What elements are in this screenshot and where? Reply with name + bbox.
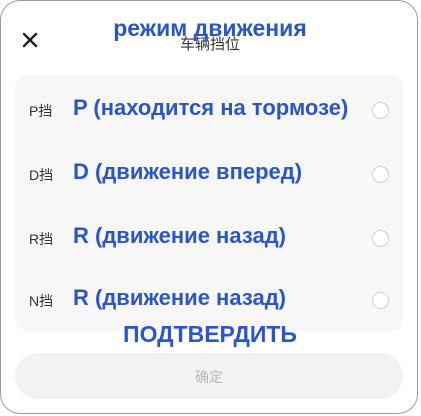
dialog-title-translation: режим движения [113, 15, 307, 41]
gear-select-dialog: 车辆挡位 режим движения P挡 P (находится на т… [0, 0, 418, 414]
gear-option-r[interactable]: R挡 R (движение назад) [15, 217, 403, 257]
gear-option-radio[interactable] [372, 102, 389, 119]
gear-option-radio[interactable] [372, 166, 389, 183]
gear-option-radio[interactable] [372, 292, 389, 309]
gear-option-translation: P (находится на тормозе) [73, 95, 349, 120]
gear-option-translation: R (движение назад) [73, 285, 287, 310]
gear-options-panel: P挡 P (находится на тормозе) D挡 D (движен… [15, 75, 403, 331]
gear-option-label: P挡 [29, 103, 53, 119]
gear-option-radio[interactable] [372, 230, 389, 247]
gear-option-d[interactable]: D挡 D (движение вперед) [15, 153, 403, 193]
gear-option-label: N挡 [29, 293, 54, 309]
gear-option-n[interactable]: N挡 R (движение назад) [15, 279, 403, 319]
gear-option-translation: D (движение вперед) [73, 159, 303, 184]
confirm-button-label: 确定 [195, 369, 223, 385]
confirm-button[interactable]: 确定 [15, 353, 403, 399]
confirm-translation: ПОДТВЕРДИТЬ [123, 321, 297, 347]
gear-option-translation: R (движение назад) [73, 223, 287, 248]
gear-option-p[interactable]: P挡 P (находится на тормозе) [15, 89, 403, 129]
gear-option-label: R挡 [29, 231, 54, 247]
gear-option-label: D挡 [29, 167, 54, 183]
